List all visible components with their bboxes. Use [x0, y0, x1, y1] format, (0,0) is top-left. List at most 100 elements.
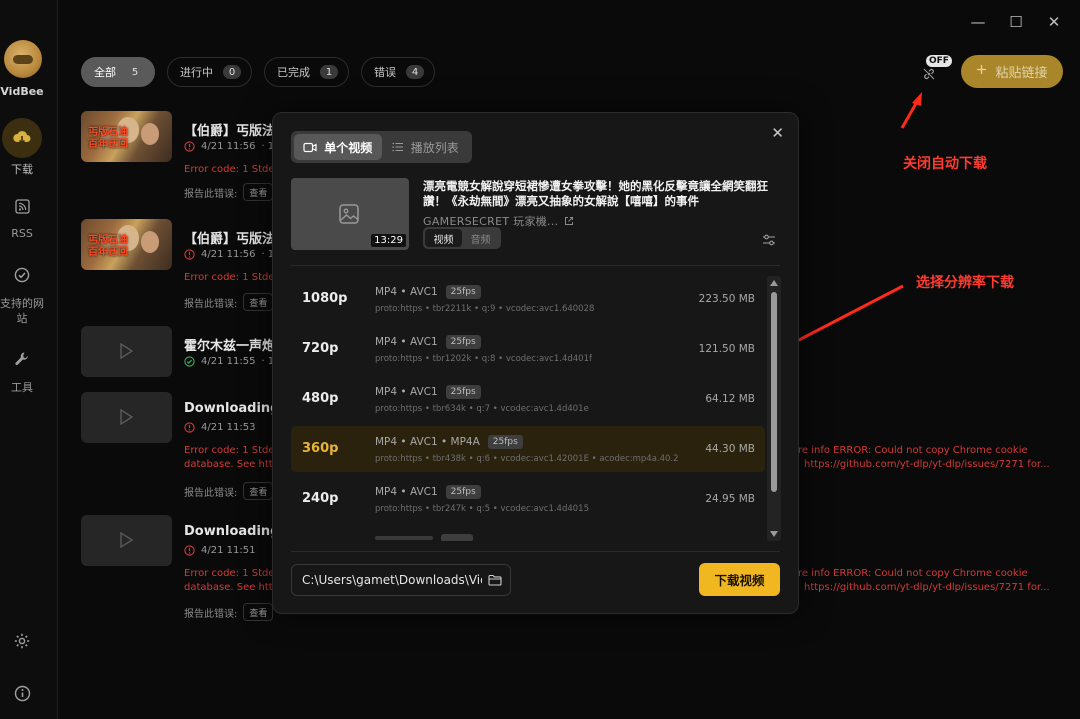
filter-label: 已完成 — [277, 66, 310, 79]
format-details: proto:https • tbr1202k • q:8 • vcodec:av… — [375, 354, 592, 364]
dialog-tabs: 单个视频 播放列表 — [291, 131, 472, 163]
thumbnail-caption: 丐版石油 百年迂回 — [88, 235, 128, 258]
filter-label: 进行中 — [180, 66, 213, 79]
download-meta: 4/21 11:56 · 1 — [184, 141, 274, 152]
format-codec: MP4 • AVC1 25fps — [375, 335, 481, 349]
tab-single-video[interactable]: 单个视频 — [294, 134, 382, 160]
rss-icon — [2, 190, 42, 222]
format-details: proto:https • tbr634k • q:7 • vcodec:avc… — [375, 404, 589, 414]
video-duration: 13:29 — [371, 234, 406, 247]
format-option-240p[interactable]: 240p MP4 • AVC1 25fps proto:https • tbr24… — [291, 476, 765, 522]
auto-download-toggle[interactable]: OFF — [918, 55, 954, 85]
format-option-1080p[interactable]: 1080p MP4 • AVC1 25fps proto:https • tbr2… — [291, 276, 765, 322]
info-icon[interactable] — [10, 681, 34, 705]
report-error: 报告此错误: 查看 — [184, 603, 274, 621]
fps-badge — [441, 534, 473, 541]
scroll-up-icon — [770, 280, 778, 286]
error-message: Error code: 1 Stder database. See http — [184, 568, 280, 593]
download-meta: 4/21 11:56 · 1 — [184, 249, 274, 260]
format-codec: MP4 • AVC1 • MP4A 25fps — [375, 435, 523, 449]
format-option-480p[interactable]: 480p MP4 • AVC1 25fps proto:https • tbr63… — [291, 376, 765, 422]
format-option-360p[interactable]: 360p MP4 • AVC1 • MP4A 25fps proto:https … — [291, 426, 765, 472]
thumbnail-caption: 丐版石油 百年迂回 — [88, 127, 128, 150]
type-video-option[interactable]: 视频 — [425, 229, 462, 247]
filter-in-progress[interactable]: 进行中 0 — [167, 57, 252, 87]
plus-icon — [976, 64, 987, 79]
format-size: 121.50 MB — [698, 343, 755, 355]
view-error-button[interactable]: 查看 — [243, 293, 274, 311]
close-window-button[interactable]: ✕ — [1046, 13, 1062, 31]
play-icon — [120, 342, 134, 360]
video-thumbnail — [81, 515, 172, 566]
annotation-auto-download: 关闭自动下载 — [903, 156, 987, 172]
format-details: proto:https • tbr2211k • q:9 • vcodec:av… — [375, 304, 595, 314]
app-brand: VidBee — [0, 85, 44, 98]
view-error-button[interactable]: 查看 — [243, 603, 274, 621]
filter-error[interactable]: 错误 4 — [361, 57, 435, 87]
save-path-text: C:\Users\gamet\Downloads\Vidl — [302, 573, 482, 587]
close-dialog-icon[interactable]: ✕ — [771, 124, 784, 142]
download-video-button[interactable]: 下载视频 — [699, 563, 780, 596]
play-icon — [120, 408, 134, 426]
annotation-choose-resolution: 选择分辨率下载 — [916, 275, 1014, 291]
sidebar-item-label: RSS — [11, 227, 33, 240]
format-resolution: 240p — [302, 491, 339, 506]
video-thumbnail: 13:29 — [291, 178, 409, 250]
paste-link-label: 粘贴链接 — [995, 66, 1048, 81]
maximize-button[interactable]: ☐ — [1008, 13, 1024, 31]
view-error-button[interactable]: 查看 — [243, 183, 274, 201]
format-option-partial[interactable] — [291, 526, 765, 541]
format-size: 64.12 MB — [705, 393, 755, 405]
window-controls: — ☐ ✕ — [970, 13, 1062, 31]
paste-link-button[interactable]: 粘贴链接 — [961, 55, 1063, 88]
video-icon — [303, 142, 317, 152]
sidebar: VidBee 下载 RSS 支持的网站 工具 — [0, 0, 58, 719]
check-circle-icon — [2, 258, 42, 292]
format-list: 1080p MP4 • AVC1 25fps proto:https • tbr2… — [291, 276, 765, 541]
settings-icon[interactable] — [10, 629, 34, 653]
format-option-720p[interactable]: 720p MP4 • AVC1 25fps proto:https • tbr12… — [291, 326, 765, 372]
format-resolution: 720p — [302, 341, 339, 356]
sidebar-item-label: 下载 — [11, 163, 33, 176]
download-title: 【伯爵】丐版法 — [184, 232, 276, 247]
format-codec: MP4 • AVC1 25fps — [375, 385, 481, 399]
video-thumbnail: 丐版石油 百年迂回 — [81, 219, 172, 270]
fps-badge: 25fps — [445, 485, 481, 499]
filter-bar: 全部 5 进行中 0 已完成 1 错误 4 — [81, 57, 435, 87]
report-error: 报告此错误: 查看 — [184, 183, 274, 201]
sidebar-item-download[interactable]: 下载 — [0, 118, 44, 177]
format-size: 44.30 MB — [705, 443, 755, 455]
filter-all[interactable]: 全部 5 — [81, 57, 155, 87]
filter-completed[interactable]: 已完成 1 — [264, 57, 349, 87]
error-icon — [184, 141, 195, 152]
sidebar-item-rss[interactable]: RSS — [0, 190, 44, 241]
filter-label: 全部 — [94, 66, 116, 79]
media-type-toggle: 视频 音频 — [423, 227, 501, 249]
save-path-field[interactable]: C:\Users\gamet\Downloads\Vidl — [291, 564, 511, 596]
error-message: Error code: 1 Stder — [184, 164, 279, 175]
view-error-button[interactable]: 查看 — [243, 482, 274, 500]
format-settings-icon[interactable] — [762, 231, 776, 250]
play-icon — [120, 531, 134, 549]
type-audio-option[interactable]: 音频 — [462, 229, 499, 247]
image-placeholder-icon — [339, 204, 359, 224]
format-resolution: 1080p — [302, 291, 348, 306]
error-message: Error code: 1 Stder — [184, 272, 279, 283]
minimize-button[interactable]: — — [970, 13, 986, 31]
format-codec: MP4 • AVC1 25fps — [375, 485, 481, 499]
sidebar-item-supported-sites[interactable]: 支持的网站 — [0, 258, 44, 326]
filter-count: 1 — [320, 65, 338, 79]
format-size: 223.50 MB — [698, 293, 755, 305]
app-logo — [4, 40, 42, 78]
sidebar-item-tools[interactable]: 工具 — [0, 342, 44, 395]
download-meta: 4/21 11:51 — [184, 545, 255, 556]
wrench-icon — [2, 342, 42, 376]
download-meta: 4/21 11:55 · 1 — [184, 356, 274, 367]
format-list-scrollbar[interactable] — [767, 276, 781, 541]
format-resolution: 360p — [302, 441, 339, 456]
format-resolution: 480p — [302, 391, 339, 406]
report-error: 报告此错误: 查看 — [184, 482, 274, 500]
tab-playlist[interactable]: 播放列表 — [382, 134, 470, 160]
error-icon — [184, 422, 195, 433]
format-codec: MP4 • AVC1 25fps — [375, 285, 481, 299]
